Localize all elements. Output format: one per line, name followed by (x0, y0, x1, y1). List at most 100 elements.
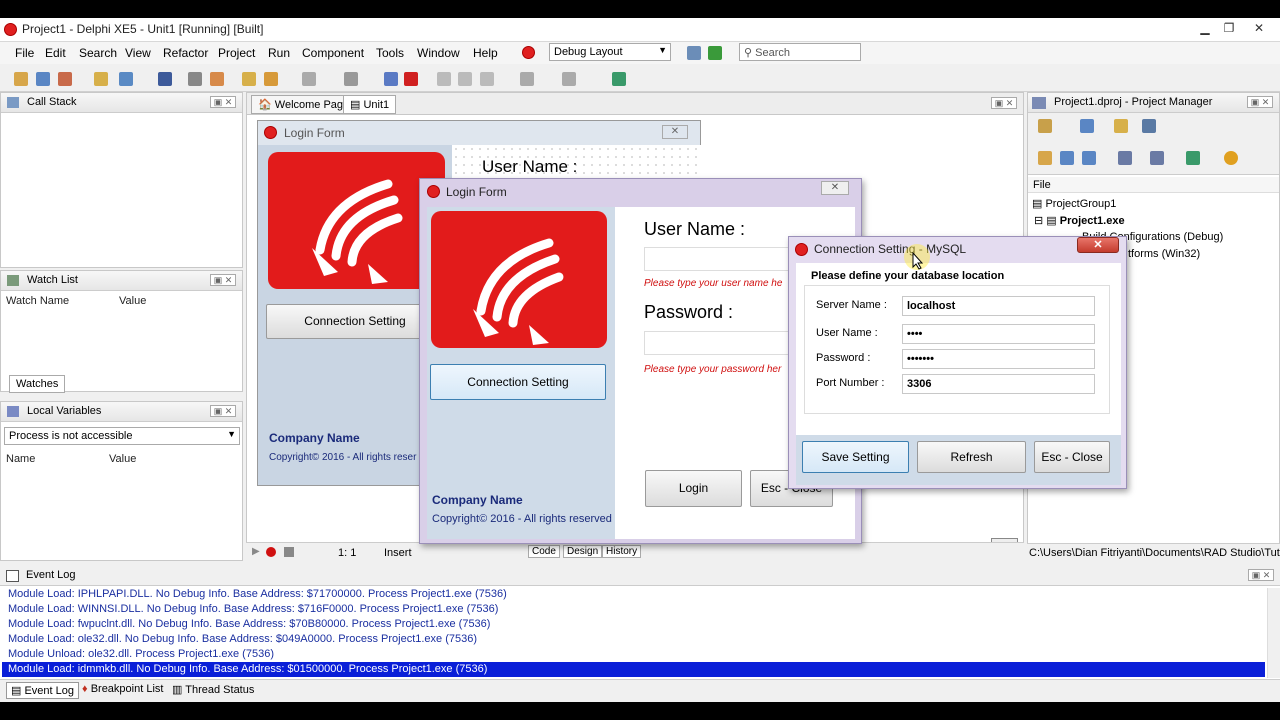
menu-file[interactable]: File (15, 46, 34, 60)
tab-design[interactable]: Design (563, 545, 603, 558)
pin-close-icon[interactable]: ▣ ✕ (1248, 569, 1274, 581)
activate-icon[interactable] (1038, 119, 1052, 133)
pin-close-icon[interactable]: ▣ ✕ (210, 274, 236, 286)
tab-watches[interactable]: Watches (9, 375, 66, 393)
add-project-icon[interactable] (1080, 119, 1094, 133)
menu-refactor[interactable]: Refactor (163, 46, 208, 60)
open-folder-icon[interactable] (1114, 119, 1128, 133)
layout-apply-icon[interactable] (708, 46, 722, 60)
tab-thread-status[interactable]: ▥ Thread Status (168, 682, 258, 697)
pin-close-icon[interactable]: ▣ ✕ (1247, 96, 1273, 108)
layout-combo[interactable]: Debug Layout ▼ (549, 43, 671, 61)
trace-into-icon[interactable] (458, 72, 472, 86)
login-connection-label: Connection Setting (467, 375, 569, 389)
menu-view[interactable]: View (125, 46, 151, 60)
connection-close-button[interactable]: Esc - Close (1034, 441, 1110, 473)
search-input[interactable]: ⚲ Search (739, 43, 861, 61)
local-value-col: Value (109, 453, 137, 465)
run-without-debug-icon[interactable] (344, 72, 358, 86)
tab-welcome-page[interactable]: 🏠 Welcome Page (251, 95, 357, 114)
sync-icon[interactable] (1038, 151, 1052, 165)
thread-icon: ▥ (172, 684, 183, 696)
embarcadero-icon[interactable] (522, 46, 535, 59)
pin-close-icon[interactable]: ▣ ✕ (210, 96, 236, 108)
save-all-icon[interactable] (188, 72, 202, 86)
menu-project[interactable]: Project (218, 46, 255, 60)
stop-icon[interactable] (404, 72, 418, 86)
pause-icon[interactable] (384, 72, 398, 86)
run-icon[interactable] (302, 72, 316, 86)
play-macro-icon[interactable]: ▶ (252, 546, 260, 557)
menu-edit[interactable]: Edit (45, 46, 66, 60)
title-bar: Project1 - Delphi XE5 - Unit1 [Running] … (0, 18, 1280, 42)
layout-save-icon[interactable] (687, 46, 701, 60)
mouse-cursor-icon (912, 252, 924, 270)
log-line-selected[interactable]: Module Load: idmmkb.dll. No Debug Info. … (2, 662, 1265, 677)
run-to-cursor-icon[interactable] (480, 72, 494, 86)
editor-close-icon[interactable]: ▣ ✕ (991, 97, 1017, 109)
platform-icon[interactable] (1186, 151, 1200, 165)
local-vars-pane: Local Variables ▣ ✕ Process is not acces… (0, 401, 243, 561)
collapse-toggle-icon[interactable]: ⊟ (1034, 215, 1043, 227)
record-macro-icon[interactable] (266, 547, 276, 557)
menu-component[interactable]: Component (302, 46, 364, 60)
event-log-pane: Event Log ▣ ✕ Module Load: IPHLPAPI.DLL.… (0, 566, 1280, 702)
login-button[interactable]: Login (645, 470, 742, 507)
new-form-icon[interactable] (58, 72, 72, 86)
refresh-button[interactable]: Refresh (917, 441, 1026, 473)
connection-body: Please define your database location Ser… (796, 263, 1121, 435)
stop-macro-icon[interactable] (284, 547, 294, 557)
save-icon[interactable] (158, 72, 172, 86)
tab-unit1[interactable]: ▤ Unit1 (343, 95, 397, 114)
step-over-icon[interactable] (437, 72, 451, 86)
help-book-icon[interactable] (612, 72, 626, 86)
menu-search[interactable]: Search (79, 46, 117, 60)
login-close-icon[interactable]: ✕ (821, 181, 849, 195)
restore-icon[interactable]: ❐ (1218, 20, 1240, 36)
event-log-tab-icon: ▤ (11, 685, 22, 697)
login-copyright: Copyright© 2016 - All rights reserved (432, 513, 612, 525)
server-name-input[interactable]: localhost (902, 296, 1095, 316)
new-items-icon[interactable] (36, 72, 50, 86)
collapse-icon[interactable] (1082, 151, 1096, 165)
tab-code[interactable]: Code (528, 545, 560, 558)
back-icon[interactable] (520, 72, 534, 86)
password-db-input[interactable]: ••••••• (902, 349, 1095, 369)
tab-event-log[interactable]: ▤ Event Log (6, 682, 80, 699)
user-name-db-input[interactable]: •••• (902, 324, 1095, 344)
port-number-input[interactable]: 3306 (902, 374, 1095, 394)
config-icon[interactable] (1224, 151, 1238, 165)
view-icon[interactable] (1142, 119, 1156, 133)
menu-tools[interactable]: Tools (376, 46, 404, 60)
open-icon[interactable] (94, 72, 108, 86)
tree-target-platforms[interactable]: tforms (Win32) (1128, 248, 1200, 260)
event-log-scrollbar[interactable] (1267, 588, 1280, 678)
tree-project1[interactable]: ⊟ ▤ Project1.exe (1034, 214, 1125, 227)
sort-icon[interactable] (1150, 151, 1164, 165)
tree-target-platforms-label: tforms (Win32) (1128, 248, 1201, 260)
pin-close-icon[interactable]: ▣ ✕ (210, 405, 236, 417)
open-file-icon[interactable] (242, 72, 256, 86)
close-file-icon[interactable] (210, 72, 224, 86)
menu-window[interactable]: Window (417, 46, 460, 60)
expand-icon[interactable] (1060, 151, 1074, 165)
menu-help[interactable]: Help (473, 46, 498, 60)
list-icon[interactable] (1118, 151, 1132, 165)
designer-connection-label: Connection Setting (304, 314, 406, 328)
add-file-icon[interactable] (264, 72, 278, 86)
tree-project-group[interactable]: ▤ ProjectGroup1 (1032, 197, 1116, 210)
designer-connection-button: Connection Setting (266, 304, 444, 339)
save-setting-button[interactable]: Save Setting (802, 441, 909, 473)
tree-project1-label: Project1.exe (1059, 215, 1125, 227)
forward-icon[interactable] (562, 72, 576, 86)
close-icon[interactable]: ✕ (1248, 20, 1270, 36)
tab-breakpoint-list[interactable]: ♦ Breakpoint List (78, 682, 167, 696)
connection-close-icon[interactable]: ✕ (1077, 237, 1119, 253)
open-project-icon[interactable] (119, 72, 133, 86)
process-combo[interactable]: Process is not accessible ▼ (4, 427, 240, 445)
new-icon[interactable] (14, 72, 28, 86)
login-connection-button[interactable]: Connection Setting (430, 364, 606, 400)
tab-history[interactable]: History (602, 545, 642, 558)
menu-run[interactable]: Run (268, 46, 290, 60)
minimize-icon[interactable]: ▁ (1194, 20, 1216, 36)
